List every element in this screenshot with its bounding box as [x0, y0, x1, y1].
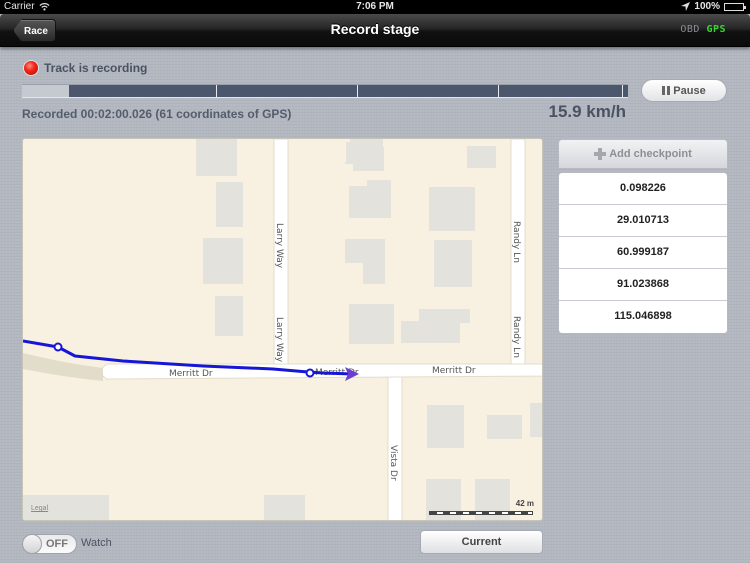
status-right: 100% — [681, 1, 746, 12]
street-label-randy-2: Randy Ln — [511, 316, 521, 358]
battery-percent: 100% — [694, 1, 720, 12]
checkpoint-list: 0.098226 29.010713 60.999187 91.023868 1… — [558, 172, 728, 334]
map-canvas: Merritt Dr Merritt Dr Merritt Dr Larry W… — [23, 139, 542, 520]
connection-indicators: OBD GPS — [680, 24, 726, 35]
progress-checkpoint-tick — [215, 85, 217, 97]
recording-progress-bar — [22, 84, 628, 98]
checkpoint-item[interactable]: 0.098226 — [559, 173, 727, 205]
watch-label: Watch — [81, 537, 112, 549]
pause-button[interactable]: Pause — [641, 79, 727, 102]
toggle-knob — [22, 534, 42, 554]
current-location-button[interactable]: Current — [420, 530, 543, 554]
pause-icon — [662, 86, 671, 95]
map-scale-label: 42 m — [515, 499, 534, 508]
progress-checkpoint-tick — [357, 85, 359, 97]
location-arrow-icon — [681, 2, 691, 11]
speed-readout: 15.9 km/h — [548, 102, 627, 121]
street-label-randy-1: Randy Ln — [511, 221, 521, 263]
checkpoint-item[interactable]: 91.023868 — [559, 269, 727, 301]
watch-toggle[interactable]: OFF — [22, 534, 77, 554]
obd-indicator: OBD — [680, 24, 700, 35]
gps-indicator: GPS — [706, 24, 726, 35]
recorded-info: Recorded 00:02:00.026 (61 coordinates of… — [22, 107, 292, 121]
recording-status-label: Track is recording — [44, 61, 148, 75]
progress-checkpoint-tick — [621, 85, 623, 97]
street-label-merritt-3: Merritt Dr — [432, 366, 476, 376]
checkpoint-item[interactable]: 115.046898 — [559, 301, 727, 333]
progress-checkpoint-tick — [498, 85, 500, 97]
street-label-larry-2: Larry Way — [274, 317, 284, 363]
pause-label: Pause — [673, 84, 706, 97]
battery-icon — [724, 2, 746, 11]
watch-toggle-state: OFF — [46, 538, 68, 550]
plus-icon — [594, 148, 607, 160]
recording-status: Track is recording — [24, 61, 147, 75]
add-checkpoint-button[interactable]: Add checkpoint — [558, 139, 728, 169]
street-label-vista: Vista Dr — [388, 445, 398, 481]
status-bar: Carrier 7:06 PM 100% — [0, 0, 750, 14]
recording-dot-icon — [24, 61, 38, 75]
nav-bar: Race Record stage OBD GPS — [0, 14, 750, 47]
clock: 7:06 PM — [356, 1, 394, 12]
checkpoint-item[interactable]: 60.999187 — [559, 237, 727, 269]
street-label-merritt-1: Merritt Dr — [169, 369, 213, 379]
map-scale-bar — [429, 511, 533, 515]
legal-link[interactable]: Legal — [31, 505, 48, 512]
map-view[interactable]: Merritt Dr Merritt Dr Merritt Dr Larry W… — [22, 138, 543, 521]
street-label-larry-1: Larry Way — [274, 223, 284, 269]
checkpoint-item[interactable]: 29.010713 — [559, 205, 727, 237]
page-title: Record stage — [330, 21, 420, 37]
progress-lead-segment — [22, 85, 70, 97]
add-checkpoint-label: Add checkpoint — [609, 148, 692, 160]
track-point-marker — [305, 368, 315, 378]
track-point-marker — [53, 342, 63, 352]
